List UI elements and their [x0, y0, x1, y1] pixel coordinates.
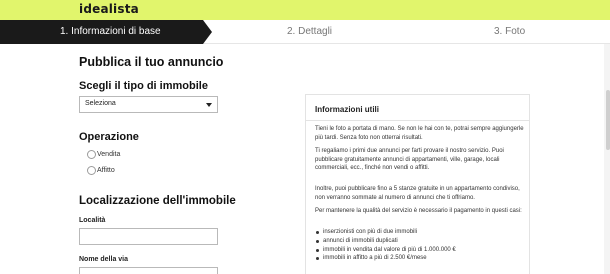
info-paragraph: Ti regaliamo i primi due annunci per far…	[315, 148, 504, 172]
info-paragraph: Inoltre, puoi pubblicare fino a 5 stanze…	[315, 186, 520, 201]
info-paragraph: Per mantenere la qualità del servizio è …	[315, 208, 522, 214]
radio-circle-icon[interactable]	[87, 150, 96, 159]
localita-label: Località	[79, 217, 106, 224]
list-item: inserzionisti con più di due immobili	[315, 228, 525, 237]
list-item: immobili in affitto a più di 2.500 €/mes…	[315, 254, 525, 263]
select-value: Seleziona	[85, 100, 116, 107]
radio-circle-icon[interactable]	[87, 166, 96, 175]
top-bar: idealista	[0, 0, 610, 20]
via-label: Nome della via	[79, 256, 129, 263]
step-1-label: 1. Informazioni di base	[60, 26, 161, 37]
localizzazione-heading: Localizzazione dell'immobile	[79, 195, 236, 207]
info-panel-title: Informazioni utili	[315, 105, 379, 114]
list-item: immobili in vendita dal valore di più di…	[315, 246, 525, 255]
radio-affitto-label[interactable]: Affitto	[97, 167, 115, 174]
operazione-heading: Operazione	[79, 131, 139, 143]
step-informazioni-base[interactable]: 1. Informazioni di base	[0, 20, 213, 44]
radio-vendita-label[interactable]: Vendita	[97, 151, 120, 158]
page-title: Pubblica il tuo annuncio	[79, 55, 224, 69]
tipo-immobile-heading: Scegli il tipo di immobile	[79, 80, 208, 92]
tipo-immobile-select[interactable]: Seleziona	[79, 96, 218, 113]
step-dettagli[interactable]: 2. Dettagli	[287, 26, 332, 37]
via-input[interactable]	[79, 267, 218, 274]
info-paragraph: Tieni le foto a portata di mano. Se non …	[315, 126, 524, 141]
idealista-logo[interactable]: idealista	[79, 2, 139, 16]
localita-input[interactable]	[79, 228, 218, 245]
payment-cases-list: inserzionisti con più di due immobili an…	[315, 228, 525, 263]
step-foto[interactable]: 3. Foto	[494, 26, 525, 37]
informazioni-utili-panel: Informazioni utili Tieni le foto a porta…	[305, 94, 530, 274]
list-item: annunci di immobili duplicati	[315, 237, 525, 246]
step-progress-bar: 1. Informazioni di base 2. Dettagli 3. F…	[0, 20, 610, 44]
scrollbar-thumb[interactable]	[606, 90, 610, 150]
info-panel-divider	[306, 120, 529, 121]
page-scrollbar[interactable]	[604, 44, 610, 274]
caret-down-icon	[206, 103, 212, 107]
